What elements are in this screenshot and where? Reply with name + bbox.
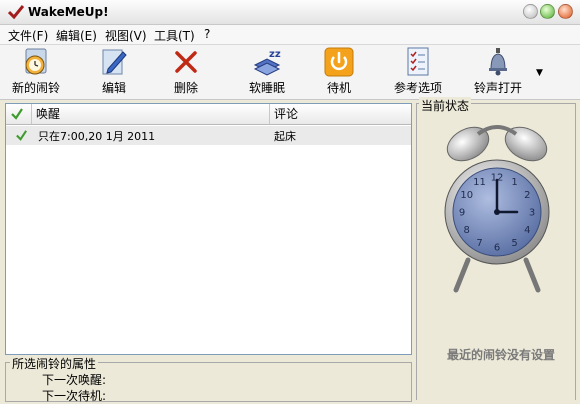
toolbar-overflow-chevron-icon[interactable]: ▼ [536, 68, 543, 78]
new-alarm-label: 新的闹铃 [11, 81, 60, 95]
ringtone-label: 铃声打开 [473, 81, 522, 95]
soft-sleep-icon: zz [253, 49, 281, 76]
clock-numeral: 7 [476, 238, 482, 249]
column-wake-header[interactable]: 唤醒 [32, 104, 270, 125]
clock-numeral: 4 [524, 225, 530, 236]
toolbar: 新的闹铃 编辑 删除 zz 软睡眠 待机 参考选项 铃声打开 [0, 45, 580, 100]
properties-title: 所选闹铃的属性 [10, 355, 99, 372]
menu-tools[interactable]: 工具(T) [154, 27, 195, 44]
delete-button[interactable]: 删除 [151, 47, 221, 97]
standby-button[interactable]: 待机 [304, 47, 374, 97]
maximize-button[interactable] [540, 4, 555, 19]
soft-sleep-button[interactable]: zz 软睡眠 [232, 47, 302, 97]
window-title: WakeMeUp! [28, 5, 109, 19]
alarm-comment: 起床 [274, 130, 296, 143]
edit-label: 编辑 [101, 81, 126, 95]
ringtone-button[interactable]: 铃声打开 [463, 47, 533, 97]
delete-x-icon [175, 51, 197, 73]
alarm-row[interactable]: 只在7:00,20 1月 2011 起床 [6, 126, 411, 145]
options-label: 参考选项 [393, 81, 442, 95]
alarm-enabled-check-icon[interactable] [15, 129, 28, 142]
menu-bar: 文件(F) 编辑(E) 视图(V) 工具(T) ? [0, 25, 580, 45]
current-status-panel: 当前状态 12 1 2 3 4 5 6 7 8 9 10 11 最近的闹铃没有设置 [416, 97, 576, 400]
alarm-wake-time: 只在7:00,20 1月 2011 [38, 130, 156, 143]
column-comment-header[interactable]: 评论 [270, 104, 411, 125]
clock-numeral: 10 [460, 190, 473, 201]
svg-text:zz: zz [269, 49, 281, 60]
minimize-button[interactable] [523, 4, 538, 19]
alarm-list[interactable]: 唤醒 评论 只在7:00,20 1月 2011 起床 [5, 103, 412, 355]
standby-label: 待机 [326, 81, 351, 95]
menu-file[interactable]: 文件(F) [8, 27, 48, 44]
menu-help[interactable]: ? [204, 27, 210, 41]
menu-view[interactable]: 视图(V) [105, 27, 147, 44]
status-message: 最近的闹铃没有设置 [447, 348, 556, 362]
selected-alarm-properties: 所选闹铃的属性 下一次唤醒: 下一次待机: [5, 355, 412, 403]
clock-numeral: 3 [529, 208, 535, 219]
clock-numeral: 9 [459, 208, 465, 219]
clock-numeral: 2 [524, 190, 530, 201]
options-button[interactable]: 参考选项 [383, 47, 453, 97]
delete-label: 删除 [173, 81, 198, 95]
soft-sleep-label: 软睡眠 [248, 81, 285, 95]
next-wake-label: 下一次唤醒: [42, 373, 107, 387]
power-icon [324, 47, 354, 77]
clock-numeral: 5 [511, 238, 517, 249]
next-standby-label: 下一次待机: [42, 389, 107, 403]
app-check-icon [8, 5, 24, 20]
column-check-header[interactable] [6, 104, 32, 125]
check-header-icon [11, 108, 23, 120]
edit-button[interactable]: 编辑 [79, 47, 149, 97]
new-alarm-button[interactable]: 新的闹铃 [1, 47, 71, 97]
menu-edit[interactable]: 编辑(E) [56, 27, 97, 44]
clock-numeral: 6 [494, 243, 500, 254]
status-title: 当前状态 [419, 97, 472, 114]
clock-numeral: 11 [473, 177, 486, 188]
title-bar: WakeMeUp! [0, 0, 580, 25]
options-checklist-icon [407, 47, 429, 76]
clock-numeral: 8 [464, 225, 470, 236]
alarm-clock-icon: 12 1234567891011 [444, 125, 550, 293]
close-button[interactable] [558, 4, 573, 19]
clock-numeral: 1 [511, 177, 517, 188]
edit-pencil-icon [102, 49, 127, 75]
bell-icon [489, 48, 507, 76]
new-alarm-icon [25, 48, 47, 75]
